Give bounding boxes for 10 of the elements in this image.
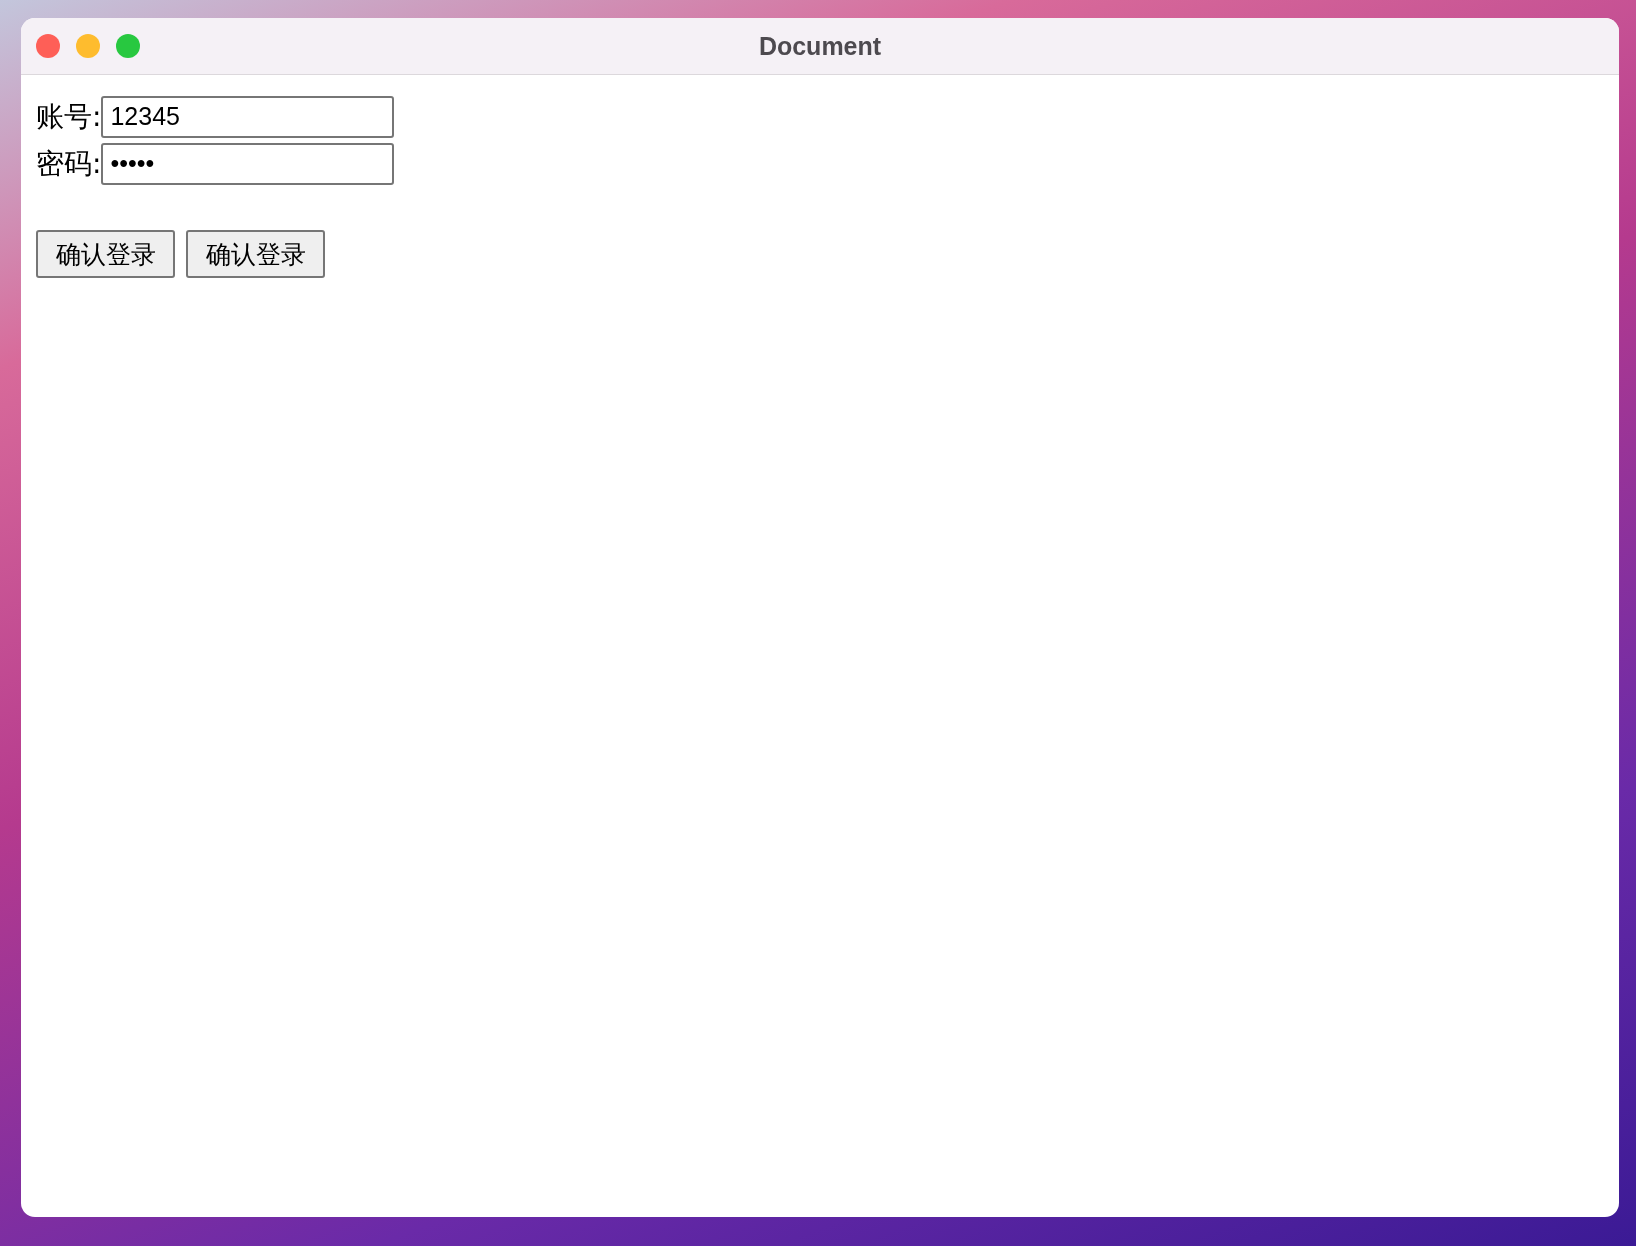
close-icon[interactable] <box>36 34 60 58</box>
zoom-icon[interactable] <box>116 34 140 58</box>
login-button[interactable]: 确认登录 <box>186 230 325 278</box>
window-title: Document <box>758 31 882 60</box>
input-field[interactable]: ••••• <box>101 142 395 185</box>
input-field[interactable]: 12345 <box>101 95 395 138</box>
login-button[interactable]: 确认登录 <box>36 230 175 278</box>
minimize-icon[interactable] <box>76 34 100 58</box>
field-label: 密码: <box>36 149 102 178</box>
field-label: 账号: <box>36 102 102 131</box>
